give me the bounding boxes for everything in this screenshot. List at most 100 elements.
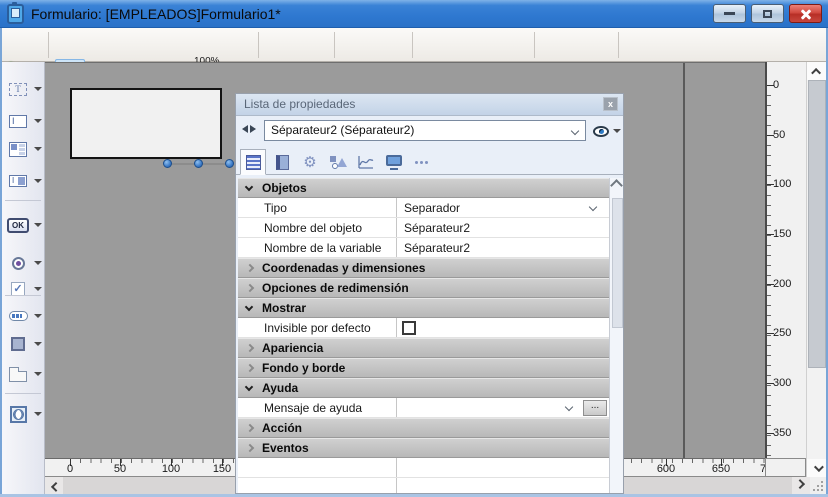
chevron-down-icon[interactable] bbox=[34, 372, 42, 376]
tab-style[interactable] bbox=[325, 149, 351, 175]
tab-more[interactable] bbox=[409, 149, 435, 175]
chevron-down-icon[interactable] bbox=[34, 223, 42, 227]
minimize-button[interactable] bbox=[713, 4, 746, 23]
restore-button[interactable] bbox=[751, 4, 784, 23]
palette-combo-control[interactable]: I bbox=[2, 168, 45, 194]
close-icon bbox=[800, 9, 812, 19]
invisible-checkbox[interactable] bbox=[402, 321, 416, 335]
tab-settings[interactable]: ⚙ bbox=[297, 149, 323, 175]
scroll-down-button[interactable] bbox=[807, 459, 827, 477]
tab-chart[interactable] bbox=[353, 149, 379, 175]
palette-radio-control[interactable] bbox=[2, 250, 45, 276]
ruler-label: 0 bbox=[59, 463, 81, 475]
ellipsis-button[interactable]: ... bbox=[583, 400, 607, 416]
close-button[interactable] bbox=[789, 4, 822, 23]
section-apariencia[interactable]: Apariencia bbox=[238, 338, 609, 358]
chevron-down-icon[interactable] bbox=[34, 147, 42, 151]
palette-socket-control[interactable] bbox=[2, 401, 45, 427]
section-accion[interactable]: Acción bbox=[238, 418, 609, 438]
section-fondo-borde[interactable]: Fondo y borde bbox=[238, 358, 609, 378]
property-value[interactable]: Séparateur2 bbox=[404, 241, 470, 255]
panel-close-button[interactable]: x bbox=[603, 97, 618, 111]
resize-grip[interactable] bbox=[810, 477, 826, 494]
scroll-up-button[interactable] bbox=[807, 62, 827, 80]
form-surface[interactable] bbox=[70, 88, 222, 159]
chevron-collapsed-icon bbox=[246, 284, 254, 292]
toolbar-separator bbox=[334, 32, 335, 58]
chevron-down-icon[interactable] bbox=[34, 261, 42, 265]
static-text-icon: T bbox=[9, 83, 27, 96]
chevron-down-icon[interactable] bbox=[565, 403, 573, 411]
property-value[interactable]: Séparateur2 bbox=[404, 221, 470, 235]
ruler-corner bbox=[765, 458, 806, 477]
ruler-label: 0 bbox=[773, 79, 779, 91]
visibility-eye-button[interactable] bbox=[593, 126, 609, 137]
arrow-right-icon[interactable] bbox=[250, 125, 256, 133]
property-row-nombre-variable[interactable]: Nombre de la variable Séparateur2 bbox=[238, 238, 609, 258]
property-row-tipo[interactable]: Tipo Separador bbox=[238, 198, 609, 218]
chevron-down-icon[interactable] bbox=[34, 314, 42, 318]
chevron-down-icon[interactable] bbox=[34, 179, 42, 183]
panel-icon bbox=[11, 337, 25, 351]
form-designer-window: Formulario: [EMPLEADOS]Formulario1* Z 10… bbox=[0, 0, 828, 497]
property-row-nombre-objeto[interactable]: Nombre del objeto Séparateur2 bbox=[238, 218, 609, 238]
vertical-scrollbar[interactable] bbox=[806, 62, 826, 477]
scroll-right-button[interactable] bbox=[792, 477, 810, 494]
tab-detail[interactable] bbox=[269, 149, 295, 175]
scroll-left-button[interactable] bbox=[45, 477, 63, 494]
toolbar-separator bbox=[48, 32, 49, 58]
grid-scrollbar[interactable] bbox=[609, 178, 624, 494]
arrow-left-icon[interactable] bbox=[242, 125, 248, 133]
section-coordenadas[interactable]: Coordenadas y dimensiones bbox=[238, 258, 609, 278]
chevron-down-icon[interactable] bbox=[34, 412, 42, 416]
object-selector-combobox[interactable]: Séparateur2 (Séparateur2) bbox=[264, 120, 586, 141]
chevron-up-icon[interactable] bbox=[610, 179, 623, 192]
selection-handle[interactable] bbox=[225, 159, 234, 168]
object-prev-next-arrows[interactable] bbox=[242, 125, 256, 133]
chevron-down-icon[interactable] bbox=[34, 119, 42, 123]
selection-handle[interactable] bbox=[163, 159, 172, 168]
property-label: Nombre de la variable bbox=[264, 241, 381, 255]
property-row-mensaje-ayuda[interactable]: Mensaje de ayuda ... bbox=[238, 398, 609, 418]
tab-general[interactable] bbox=[240, 149, 266, 175]
property-value[interactable]: Separador bbox=[404, 201, 460, 215]
palette-checkbox-control[interactable]: ✓ bbox=[2, 276, 45, 302]
grid-scroll-thumb[interactable] bbox=[612, 198, 623, 328]
chevron-down-icon[interactable] bbox=[34, 342, 42, 346]
vertical-scroll-thumb[interactable] bbox=[808, 80, 826, 368]
palette-list-control[interactable] bbox=[2, 136, 45, 162]
chevron-left-icon bbox=[50, 482, 60, 492]
section-ayuda[interactable]: Ayuda bbox=[238, 378, 609, 398]
gear-tab-icon: ⚙ bbox=[303, 155, 316, 170]
book-tab-icon bbox=[276, 155, 289, 170]
tab-display[interactable] bbox=[381, 149, 407, 175]
palette-button-control[interactable]: OK bbox=[2, 212, 45, 238]
ruler-label: 50 bbox=[109, 463, 131, 475]
section-mostrar[interactable]: Mostrar bbox=[238, 298, 609, 318]
window-border bbox=[0, 28, 2, 497]
palette-progressbar-control[interactable] bbox=[2, 303, 45, 329]
palette-edit-control[interactable]: I bbox=[2, 108, 45, 134]
socket-icon bbox=[10, 406, 27, 423]
section-objetos[interactable]: Objetos bbox=[238, 178, 609, 198]
ruler-label: 100 bbox=[773, 178, 791, 190]
chevron-down-icon[interactable] bbox=[613, 129, 621, 133]
selection-handle[interactable] bbox=[194, 159, 203, 168]
empty-row bbox=[238, 478, 609, 494]
property-row-invisible[interactable]: Invisible por defecto bbox=[238, 318, 609, 338]
palette-static-text-control[interactable]: T bbox=[2, 76, 45, 102]
chevron-down-icon[interactable] bbox=[589, 203, 597, 211]
ellipsis-tab-icon bbox=[415, 160, 429, 164]
section-eventos[interactable]: Eventos bbox=[238, 438, 609, 458]
chevron-down-icon[interactable] bbox=[571, 127, 579, 135]
properties-panel: Lista de propiedades x Séparateur2 (Sépa… bbox=[235, 93, 624, 494]
palette-panel-control[interactable] bbox=[2, 331, 45, 357]
palette-tab-control[interactable] bbox=[2, 361, 45, 387]
chevron-collapsed-icon bbox=[246, 364, 254, 372]
window-titlebar: Formulario: [EMPLEADOS]Formulario1* bbox=[0, 0, 828, 28]
chevron-down-icon[interactable] bbox=[34, 87, 42, 91]
window-title: Formulario: [EMPLEADOS]Formulario1* bbox=[31, 6, 281, 22]
section-redimension[interactable]: Opciones de redimensión bbox=[238, 278, 609, 298]
chevron-down-icon[interactable] bbox=[34, 287, 42, 291]
chevron-collapsed-icon bbox=[246, 444, 254, 452]
